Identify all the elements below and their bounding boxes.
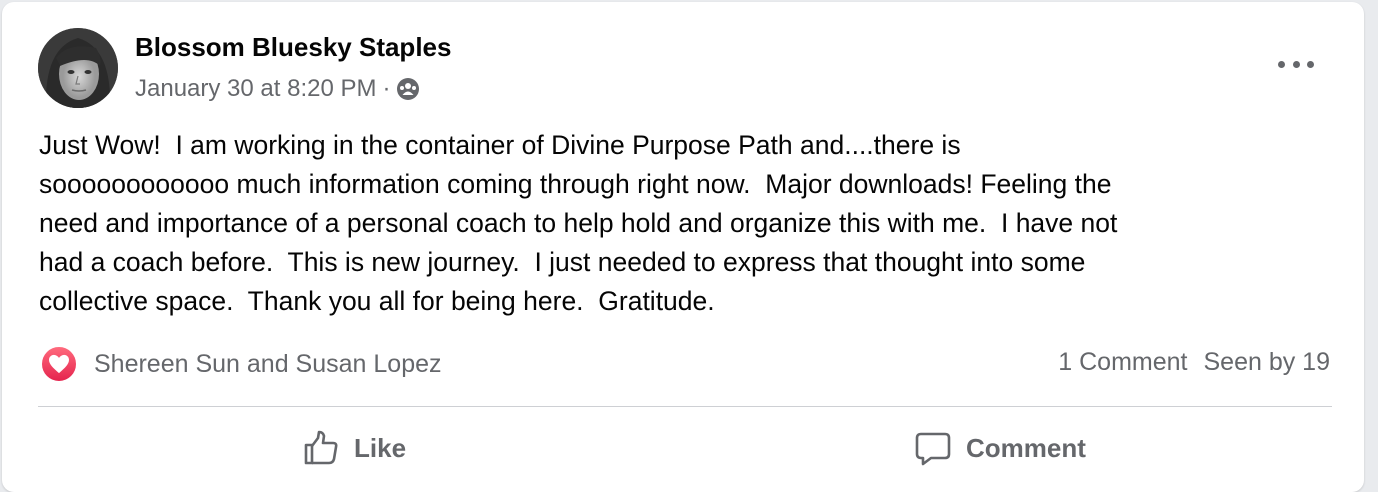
comment-count[interactable]: 1 Comment [1058,348,1187,377]
engagement-counts: 1 Comment Seen by 19 [1058,348,1330,377]
comment-button[interactable]: Comment [914,422,1086,474]
avatar-photo [38,28,118,108]
avatar[interactable] [38,28,118,108]
thumbs-up-icon [302,429,340,467]
post-card: Blossom Bluesky Staples January 30 at 8:… [2,2,1364,492]
meta-separator: · [382,75,391,102]
author-name[interactable]: Blossom Bluesky Staples [135,32,451,63]
reactors-names[interactable]: Shereen Sun and Susan Lopez [94,350,442,379]
post-timestamp[interactable]: January 30 at 8:20 PM [135,75,376,103]
post-meta: January 30 at 8:20 PM · [135,75,420,103]
comment-label: Comment [966,432,1086,463]
heart-icon [40,345,78,383]
more-options-icon[interactable] [1278,52,1314,76]
seen-by-count[interactable]: Seen by 19 [1204,348,1331,377]
comment-bubble-icon [914,429,952,467]
like-label: Like [354,432,407,463]
reactions-summary[interactable]: Shereen Sun and Susan Lopez [40,345,442,383]
post-text: Just Wow! I am working in the container … [39,130,1118,316]
like-button[interactable]: Like [302,422,406,474]
divider [38,406,1332,407]
group-icon[interactable] [396,77,420,101]
